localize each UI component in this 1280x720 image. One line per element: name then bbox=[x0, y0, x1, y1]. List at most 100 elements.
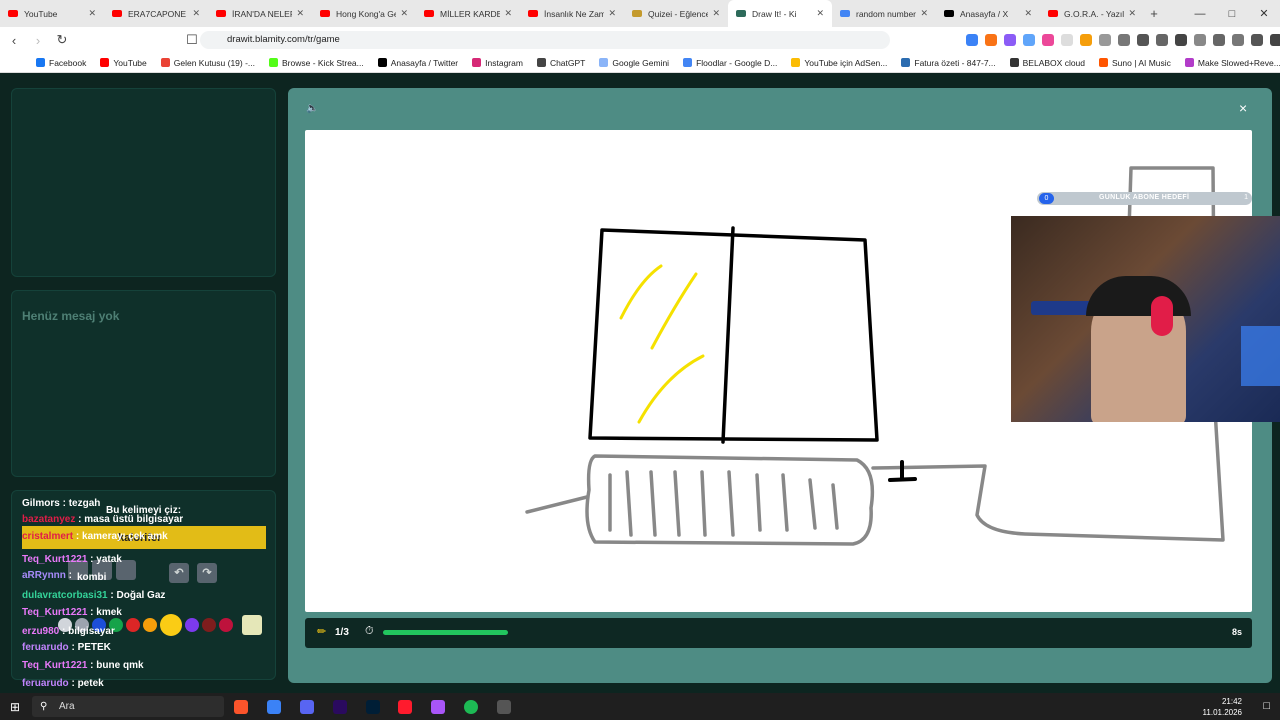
color-swatch[interactable] bbox=[126, 618, 140, 632]
fill-swatch[interactable] bbox=[242, 615, 262, 635]
color-swatch[interactable] bbox=[143, 618, 157, 632]
bookmark-label: Facebook bbox=[49, 57, 87, 68]
url-field[interactable]: drawit.blamity.com/tr/game bbox=[200, 31, 890, 49]
close-tab-icon[interactable]: ✕ bbox=[816, 8, 824, 19]
extension-icon[interactable] bbox=[1156, 34, 1168, 46]
close-tab-icon[interactable]: ✕ bbox=[712, 8, 720, 19]
extension-icon[interactable] bbox=[985, 34, 997, 46]
extension-icon[interactable] bbox=[1270, 34, 1280, 46]
discord-icon[interactable] bbox=[300, 700, 314, 714]
bookmark-favicon-icon bbox=[1009, 58, 1019, 67]
close-tab-icon[interactable]: ✕ bbox=[608, 8, 616, 19]
bookmark-item[interactable]: Browse - Kick Strea... bbox=[269, 58, 364, 68]
color-swatch[interactable] bbox=[219, 618, 233, 632]
tab-favicon-icon bbox=[528, 10, 538, 17]
notification-icon[interactable]: □ bbox=[1263, 700, 1270, 712]
extension-icon[interactable] bbox=[1004, 34, 1016, 46]
bookmark-item[interactable]: Suno | AI Music bbox=[1099, 58, 1171, 68]
bookmark-favicon-icon bbox=[472, 58, 482, 67]
close-tab-icon[interactable]: ✕ bbox=[296, 8, 304, 19]
browser-tab[interactable]: G.O.R.A. - Yazılar (O✕ bbox=[1040, 0, 1144, 27]
bookmark-item[interactable]: YouTube için AdSen... bbox=[791, 58, 887, 68]
close-window-icon[interactable]: ✕ bbox=[1248, 7, 1280, 20]
close-tab-icon[interactable]: ✕ bbox=[88, 8, 96, 19]
sound-icon[interactable]: 🔈 bbox=[306, 103, 318, 114]
back-icon[interactable]: ‹ bbox=[4, 33, 24, 48]
minimize-icon[interactable]: — bbox=[1184, 8, 1216, 20]
browser-tab[interactable]: YouTube ✕ bbox=[0, 0, 104, 27]
chat-username: erzu980 bbox=[22, 626, 60, 637]
app-icon[interactable] bbox=[267, 700, 281, 714]
close-tab-icon[interactable]: ✕ bbox=[504, 8, 512, 19]
app-icon[interactable] bbox=[431, 700, 445, 714]
extension-icon[interactable] bbox=[1194, 34, 1206, 46]
valve-drawing bbox=[888, 460, 917, 482]
extension-icon[interactable] bbox=[1023, 34, 1035, 46]
opera-icon[interactable] bbox=[398, 700, 412, 714]
extension-icon[interactable] bbox=[1137, 34, 1149, 46]
tab-favicon-icon bbox=[736, 10, 746, 17]
bookmark-label: Google Gemini bbox=[612, 57, 670, 68]
chat-separator: : bbox=[59, 498, 69, 509]
time-left: 8s bbox=[1231, 627, 1242, 637]
bookmark-item[interactable]: Google Gemini bbox=[599, 58, 669, 68]
extension-icon[interactable] bbox=[1213, 34, 1225, 46]
bookmark-item[interactable]: ChatGPT bbox=[536, 58, 585, 68]
extension-icon[interactable] bbox=[1099, 34, 1111, 46]
reload-icon[interactable]: ↻ bbox=[52, 32, 72, 48]
bookmark-item[interactable]: Anasayfa / Twitter bbox=[377, 58, 458, 68]
bookmark-item[interactable]: Gelen Kutusu (19) -... bbox=[160, 58, 255, 68]
color-swatch[interactable] bbox=[202, 618, 216, 632]
browser-tab[interactable]: MİLLER KARDEŞLER✕ bbox=[416, 0, 520, 27]
close-game-button[interactable]: × bbox=[1239, 100, 1247, 116]
browser-tab[interactable]: Quizei - Eğlenceli ve✕ bbox=[624, 0, 728, 27]
extension-icon[interactable] bbox=[1175, 34, 1187, 46]
bookmark-item[interactable]: BELABOX cloud bbox=[1009, 58, 1085, 68]
undo-button[interactable]: ↶ bbox=[169, 563, 189, 583]
redo-button[interactable]: ↷ bbox=[197, 563, 217, 583]
bookmark-item[interactable]: Facebook bbox=[36, 58, 86, 68]
close-tab-icon[interactable]: ✕ bbox=[1128, 8, 1136, 19]
color-swatch[interactable] bbox=[185, 618, 199, 632]
browser-tab[interactable]: ERA7CAPONE X MU ✕ bbox=[104, 0, 208, 27]
brave-icon[interactable] bbox=[234, 700, 248, 714]
extension-icon[interactable] bbox=[966, 34, 978, 46]
browser-tab[interactable]: Draw It! - Ki ✕ bbox=[728, 0, 832, 27]
close-tab-icon[interactable]: ✕ bbox=[400, 8, 408, 19]
extension-icon[interactable] bbox=[1251, 34, 1263, 46]
browser-tab-bar: YouTube✕ERA7CAPONE X MU✕İRAN'DA NELER OL… bbox=[0, 0, 1280, 27]
bookmark-item[interactable]: Make Slowed+Reve... bbox=[1184, 58, 1280, 68]
photoshop-icon[interactable] bbox=[366, 700, 380, 714]
clock[interactable]: 21:42 11.01.2026 bbox=[1203, 696, 1242, 718]
browser-tab[interactable]: Anasayfa / X ✕ bbox=[936, 0, 1040, 27]
bookmark-item[interactable]: YouTube bbox=[100, 58, 147, 68]
obs-icon[interactable] bbox=[497, 700, 511, 714]
extension-icon[interactable] bbox=[1080, 34, 1092, 46]
browser-tab[interactable]: İnsanlık Ne Zam ✕ bbox=[520, 0, 624, 27]
browser-tab[interactable]: İRAN'DA NELER OL ✕ bbox=[208, 0, 312, 27]
bookmark-item[interactable]: Instagram bbox=[472, 58, 523, 68]
tab-label: Draw It! - Ki bbox=[752, 8, 797, 19]
close-tab-icon[interactable]: ✕ bbox=[920, 8, 928, 19]
extension-icon[interactable] bbox=[1118, 34, 1130, 46]
close-tab-icon[interactable]: ✕ bbox=[192, 8, 200, 19]
new-tab-button[interactable]: + bbox=[1144, 6, 1164, 21]
browser-tab[interactable]: Hong Kong'a Geldi✕ bbox=[312, 0, 416, 27]
extension-icon[interactable] bbox=[1061, 34, 1073, 46]
extension-icon[interactable] bbox=[1042, 34, 1054, 46]
forward-icon[interactable]: › bbox=[28, 33, 48, 48]
browser-tab[interactable]: random number ge✕ bbox=[832, 0, 936, 27]
maximize-icon[interactable]: □ bbox=[1216, 8, 1248, 20]
color-swatch-selected[interactable] bbox=[160, 614, 182, 636]
close-tab-icon[interactable]: ✕ bbox=[1024, 8, 1032, 19]
taskbar-search[interactable]: ⚲ Ara bbox=[32, 696, 224, 717]
spotify-icon[interactable] bbox=[464, 700, 478, 714]
chat-text: bilgisayar bbox=[68, 626, 115, 637]
windows-start-icon[interactable]: ⊞ bbox=[10, 700, 20, 714]
chat-username: Teq_Kurt1221 bbox=[22, 554, 88, 565]
extension-icon[interactable] bbox=[1232, 34, 1244, 46]
bookmark-icon[interactable]: ☐ bbox=[182, 32, 202, 48]
bookmark-item[interactable]: Fatura özeti - 847-7... bbox=[901, 58, 996, 68]
bookmark-item[interactable]: Floodlar - Google D... bbox=[683, 58, 777, 68]
premiere-icon[interactable] bbox=[333, 700, 347, 714]
